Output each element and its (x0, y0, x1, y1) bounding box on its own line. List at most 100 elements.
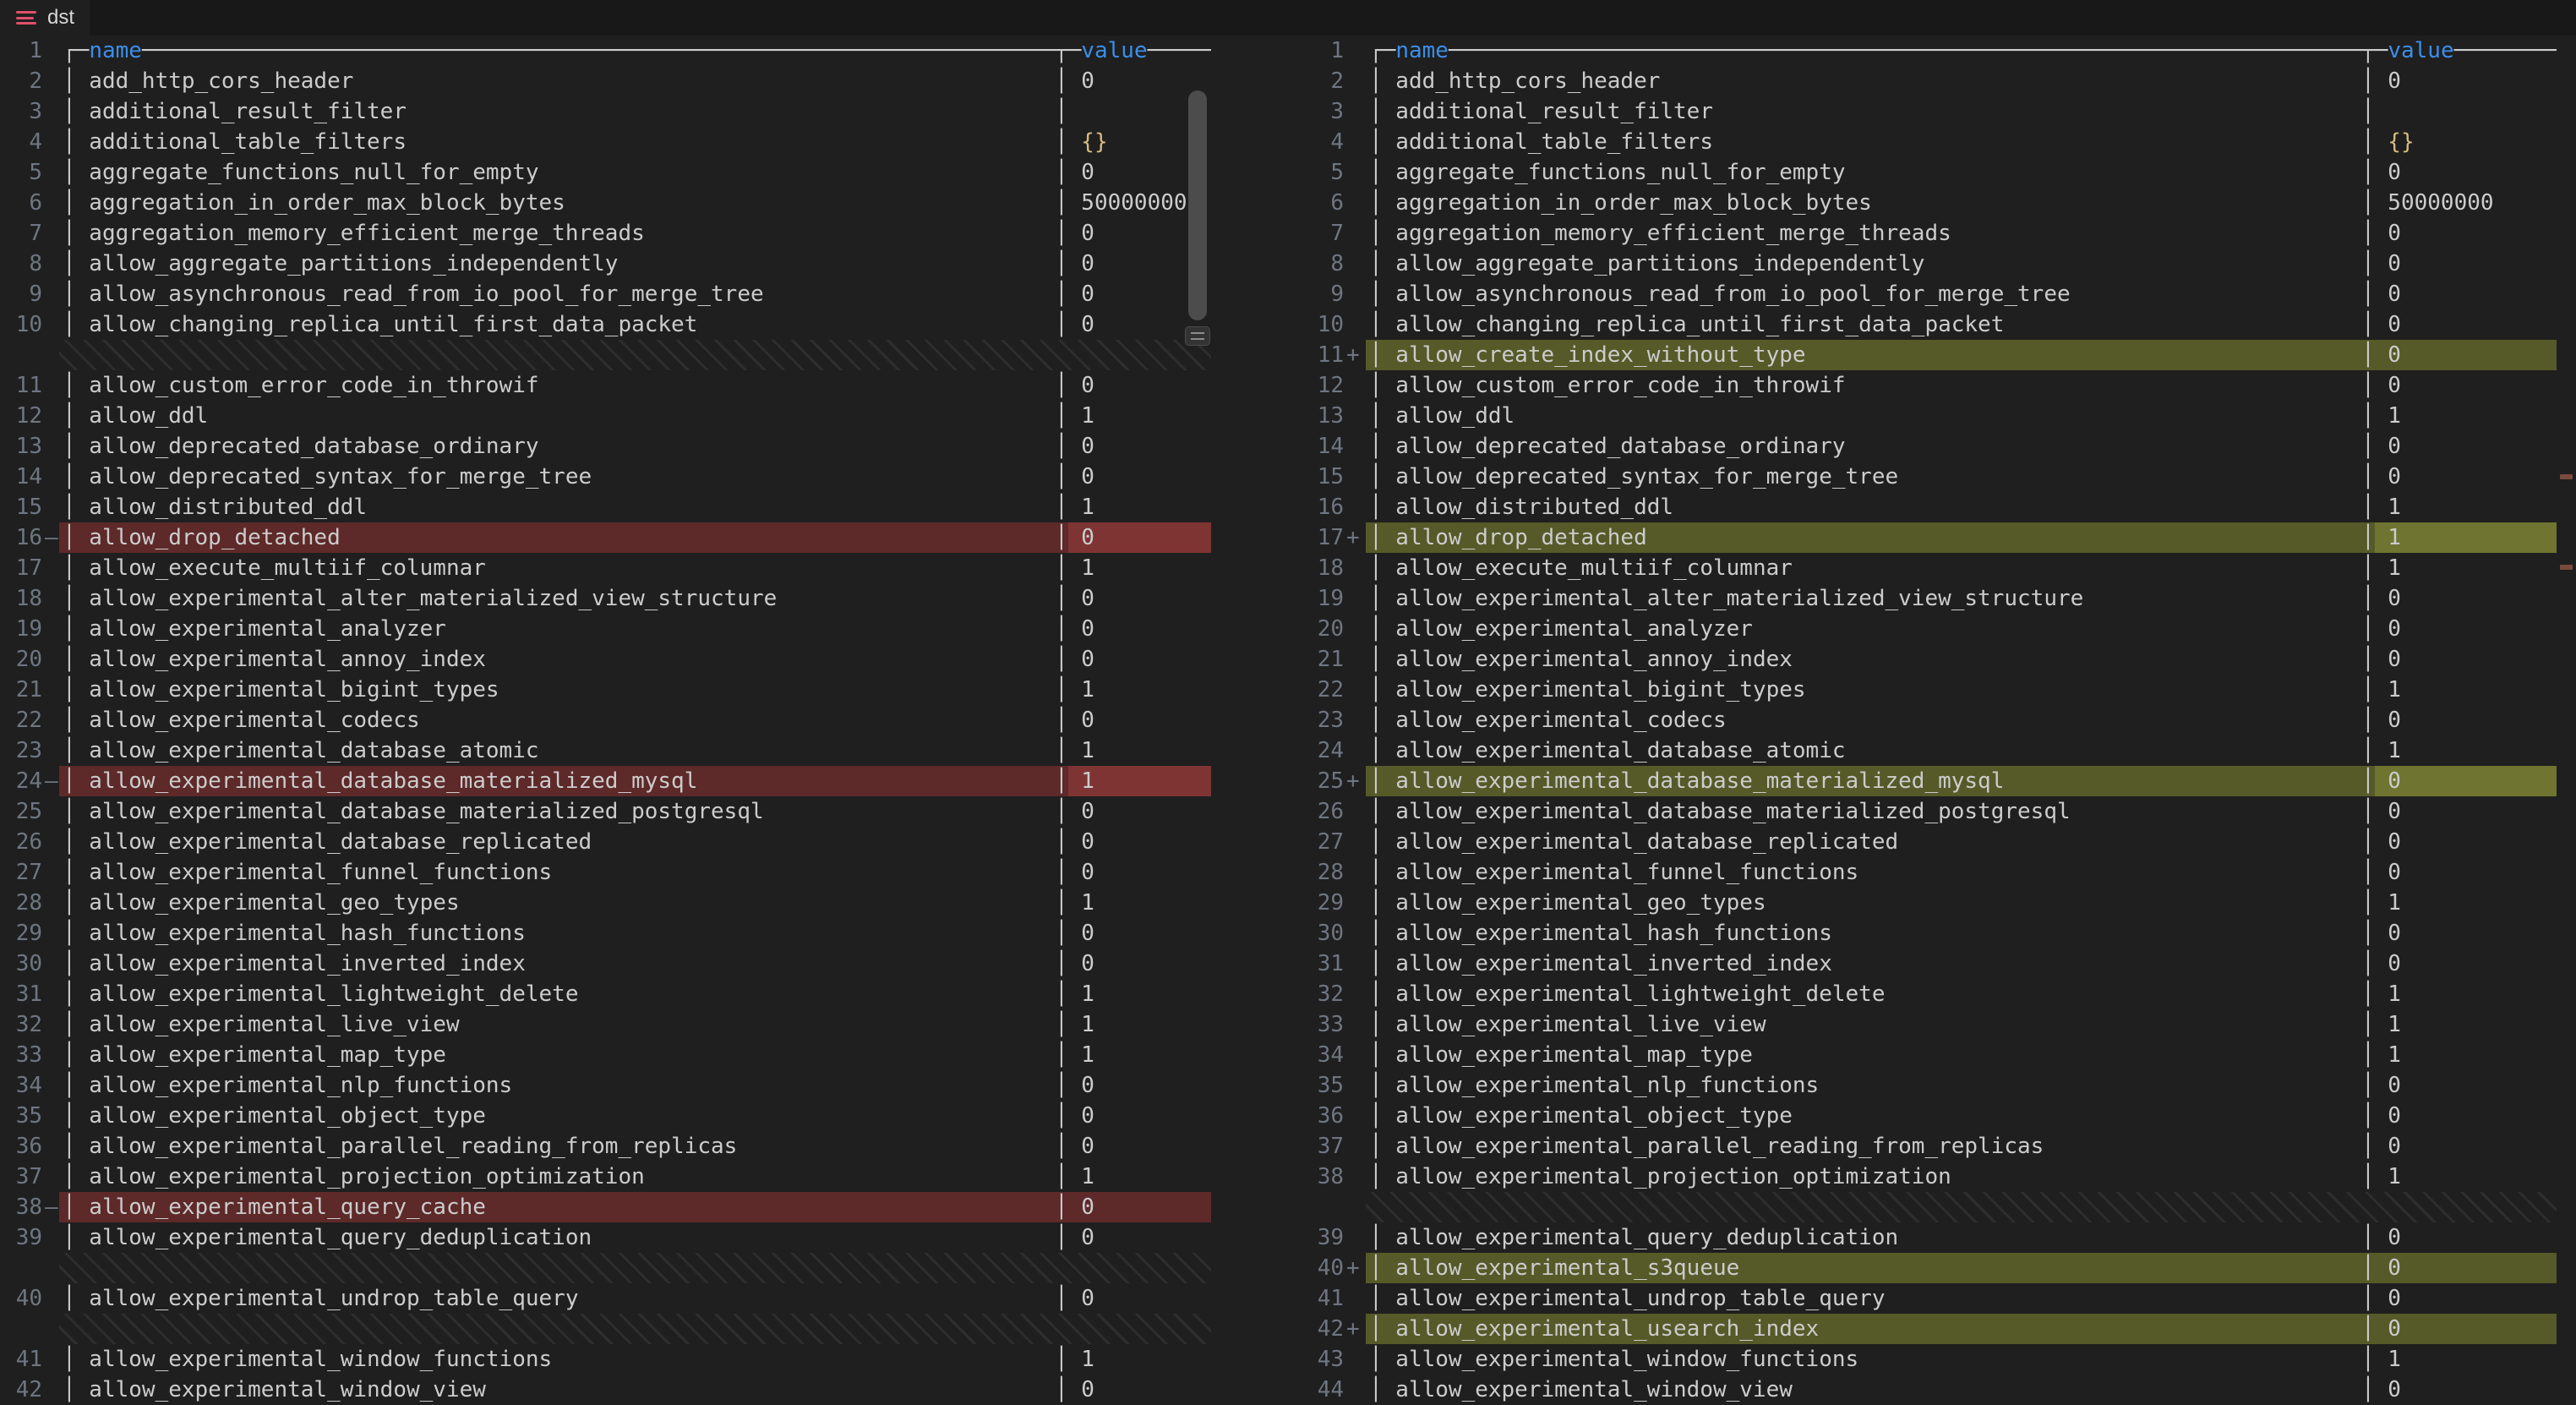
diff-line-row[interactable]: 24—│ allow_experimental_database_materia… (0, 766, 1288, 796)
file-icon (15, 8, 37, 28)
line-content: │ allow_experimental_annoy_index│ 0 (1369, 644, 2557, 675)
line-content: │ allow_experimental_alter_materialized_… (63, 583, 1211, 614)
diff-line-row[interactable]: 36│ allow_experimental_object_type│ 0 (1293, 1101, 2576, 1131)
diff-line-row[interactable]: 16│ allow_distributed_ddl│ 1 (1293, 492, 2576, 522)
diff-line-row[interactable]: 27│ allow_experimental_funnel_functions│… (0, 857, 1288, 888)
scrollbar-grip[interactable] (1185, 326, 1210, 346)
diff-line-row[interactable]: 12│ allow_custom_error_code_in_throwif│ … (1293, 370, 2576, 401)
diff-line-row[interactable]: 29│ allow_experimental_hash_functions│ 0 (0, 918, 1288, 949)
diff-line-row[interactable]: 34│ allow_experimental_map_type│ 1 (1293, 1040, 2576, 1070)
diff-line-row[interactable]: 35│ allow_experimental_object_type│ 0 (0, 1101, 1288, 1131)
diff-line-row[interactable]: 4│ additional_table_filters│ {} (1293, 127, 2576, 157)
diff-line-row[interactable]: 8│ allow_aggregate_partitions_independen… (1293, 249, 2576, 279)
diff-line-row[interactable]: 19│ allow_experimental_analyzer│ 0 (0, 614, 1288, 644)
diff-line-row[interactable]: 32│ allow_experimental_lightweight_delet… (1293, 979, 2576, 1009)
diff-line-row[interactable]: 15│ allow_deprecated_syntax_for_merge_tr… (1293, 462, 2576, 492)
line-content: │ allow_changing_replica_until_first_dat… (63, 309, 1211, 340)
diff-line-row[interactable]: 12│ allow_ddl│ 1 (0, 401, 1288, 431)
diff-line-row[interactable]: 9│ allow_asynchronous_read_from_io_pool_… (0, 279, 1288, 309)
diff-line-row[interactable]: 37│ allow_experimental_parallel_reading_… (1293, 1131, 2576, 1162)
diff-line-row[interactable]: 11│ allow_custom_error_code_in_throwif│ … (0, 370, 1288, 401)
setting-value: 0 (1081, 860, 1094, 885)
line-number: 38 (1293, 1162, 1344, 1192)
diff-line-row[interactable]: 44│ allow_experimental_window_view│ 0 (1293, 1375, 2576, 1405)
diff-line-row[interactable]: 41│ allow_experimental_undrop_table_quer… (1293, 1283, 2576, 1314)
diff-line-row[interactable]: 7│ aggregation_memory_efficient_merge_th… (0, 218, 1288, 249)
diff-line-row[interactable]: 41│ allow_experimental_window_functions│… (0, 1344, 1288, 1375)
diff-line-row[interactable]: 34│ allow_experimental_nlp_functions│ 0 (0, 1070, 1288, 1101)
diff-line-row[interactable]: 3│ additional_result_filter│ (1293, 96, 2576, 127)
diff-line-row[interactable]: 26│ allow_experimental_database_replicat… (0, 827, 1288, 857)
diff-line-row[interactable]: 26│ allow_experimental_database_material… (1293, 796, 2576, 827)
diff-line-row[interactable]: 17+│ allow_drop_detached│ 1 (1293, 522, 2576, 553)
diff-line-row[interactable]: 30│ allow_experimental_hash_functions│ 0 (1293, 918, 2576, 949)
diff-line-row[interactable]: 22│ allow_experimental_codecs│ 0 (0, 705, 1288, 735)
diff-line-row[interactable]: 2│ add_http_cors_header│ 0 (0, 66, 1288, 96)
diff-line-row[interactable]: 10│ allow_changing_replica_until_first_d… (1293, 309, 2576, 340)
tab-dst[interactable]: dst (0, 0, 90, 36)
diff-line-row[interactable]: 32│ allow_experimental_live_view│ 1 (0, 1009, 1288, 1040)
diff-line-row[interactable]: 13│ allow_deprecated_database_ordinary│ … (0, 431, 1288, 462)
table-header-row[interactable]: 1┌─name─────────────────────────────────… (1293, 36, 2576, 66)
diff-line-row[interactable]: 8│ allow_aggregate_partitions_independen… (0, 249, 1288, 279)
line-content: │ allow_create_index_without_type│ 0 (1369, 340, 2557, 370)
diff-line-row[interactable]: 43│ allow_experimental_window_functions│… (1293, 1344, 2576, 1375)
diff-line-row[interactable]: 4│ additional_table_filters│ {} (0, 127, 1288, 157)
table-header-row[interactable]: 1┌─name─────────────────────────────────… (0, 36, 1288, 66)
diff-line-row[interactable]: 6│ aggregation_in_order_max_block_bytes│… (1293, 188, 2576, 218)
diff-line-row[interactable]: 20│ allow_experimental_annoy_index│ 0 (0, 644, 1288, 675)
diff-line-row[interactable]: 7│ aggregation_memory_efficient_merge_th… (1293, 218, 2576, 249)
diff-line-row[interactable]: 30│ allow_experimental_inverted_index│ 0 (0, 949, 1288, 979)
diff-line-row[interactable]: 9│ allow_asynchronous_read_from_io_pool_… (1293, 279, 2576, 309)
diff-line-row[interactable]: 15│ allow_distributed_ddl│ 1 (0, 492, 1288, 522)
diff-line-row[interactable]: 37│ allow_experimental_projection_optimi… (0, 1162, 1288, 1192)
diff-line-row[interactable]: 5│ aggregate_functions_null_for_empty│ 0 (1293, 157, 2576, 188)
diff-line-row[interactable]: 6│ aggregation_in_order_max_block_bytes│… (0, 188, 1288, 218)
diff-line-row[interactable]: 13│ allow_ddl│ 1 (1293, 401, 2576, 431)
diff-line-row[interactable]: 39│ allow_experimental_query_deduplicati… (1293, 1222, 2576, 1253)
diff-line-row[interactable]: 25│ allow_experimental_database_material… (0, 796, 1288, 827)
diff-line-row[interactable]: 36│ allow_experimental_parallel_reading_… (0, 1131, 1288, 1162)
diff-line-row[interactable]: 2│ add_http_cors_header│ 0 (1293, 66, 2576, 96)
diff-line-row[interactable]: 33│ allow_experimental_live_view│ 1 (1293, 1009, 2576, 1040)
diff-line-row[interactable]: 25+│ allow_experimental_database_materia… (1293, 766, 2576, 796)
diff-line-row[interactable]: 33│ allow_experimental_map_type│ 1 (0, 1040, 1288, 1070)
diff-line-row[interactable]: 14│ allow_deprecated_database_ordinary│ … (1293, 431, 2576, 462)
diff-line-row[interactable]: 23│ allow_experimental_codecs│ 0 (1293, 705, 2576, 735)
diff-line-row[interactable]: 31│ allow_experimental_lightweight_delet… (0, 979, 1288, 1009)
diff-line-row[interactable]: 5│ aggregate_functions_null_for_empty│ 0 (0, 157, 1288, 188)
diff-line-row[interactable]: 39│ allow_experimental_query_deduplicati… (0, 1222, 1288, 1253)
value-cell: │ 0 (1055, 918, 1094, 949)
diff-line-row[interactable]: 35│ allow_experimental_nlp_functions│ 0 (1293, 1070, 2576, 1101)
diff-line-row[interactable]: 42+│ allow_experimental_usearch_index│ 0 (1293, 1314, 2576, 1344)
diff-line-row[interactable]: 17│ allow_execute_multiif_columnar│ 1 (0, 553, 1288, 583)
diff-line-row[interactable]: 27│ allow_experimental_database_replicat… (1293, 827, 2576, 857)
overview-ruler[interactable] (2556, 36, 2576, 1405)
diff-line-row[interactable]: 42│ allow_experimental_window_view│ 0 (0, 1375, 1288, 1405)
diff-line-row[interactable]: 10│ allow_changing_replica_until_first_d… (0, 309, 1288, 340)
diff-line-row[interactable]: 40│ allow_experimental_undrop_table_quer… (0, 1283, 1288, 1314)
diff-line-row[interactable]: 38│ allow_experimental_projection_optimi… (1293, 1162, 2576, 1192)
diff-line-row[interactable]: 21│ allow_experimental_bigint_types│ 1 (0, 675, 1288, 705)
diff-line-row[interactable]: 21│ allow_experimental_annoy_index│ 0 (1293, 644, 2576, 675)
diff-line-row[interactable]: 18│ allow_execute_multiif_columnar│ 1 (1293, 553, 2576, 583)
diff-line-row[interactable]: 40+│ allow_experimental_s3queue│ 0 (1293, 1253, 2576, 1283)
diff-line-row[interactable]: 23│ allow_experimental_database_atomic│ … (0, 735, 1288, 766)
diff-line-row[interactable]: 14│ allow_deprecated_syntax_for_merge_tr… (0, 462, 1288, 492)
diff-line-row[interactable]: 31│ allow_experimental_inverted_index│ 0 (1293, 949, 2576, 979)
diff-line-row[interactable]: 19│ allow_experimental_alter_materialize… (1293, 583, 2576, 614)
left-scrollbar-thumb[interactable] (1188, 90, 1207, 320)
diff-line-row[interactable]: 18│ allow_experimental_alter_materialize… (0, 583, 1288, 614)
diff-line-row[interactable]: 28│ allow_experimental_funnel_functions│… (1293, 857, 2576, 888)
diff-line-row[interactable]: 28│ allow_experimental_geo_types│ 1 (0, 888, 1288, 918)
diff-line-row[interactable]: 16—│ allow_drop_detached│ 0 (0, 522, 1288, 553)
diff-line-row[interactable]: 24│ allow_experimental_database_atomic│ … (1293, 735, 2576, 766)
setting-name: │ allow_experimental_database_materializ… (63, 768, 697, 794)
diff-line-row[interactable]: 38—│ allow_experimental_query_cache│ 0 (0, 1192, 1288, 1222)
diff-line-row[interactable]: 29│ allow_experimental_geo_types│ 1 (1293, 888, 2576, 918)
diff-line-row[interactable]: 20│ allow_experimental_analyzer│ 0 (1293, 614, 2576, 644)
diff-line-row[interactable]: 22│ allow_experimental_bigint_types│ 1 (1293, 675, 2576, 705)
diff-line-row[interactable]: 11+│ allow_create_index_without_type│ 0 (1293, 340, 2576, 370)
setting-name: │ allow_drop_detached (1369, 525, 1647, 550)
diff-line-row[interactable]: 3│ additional_result_filter│ (0, 96, 1288, 127)
